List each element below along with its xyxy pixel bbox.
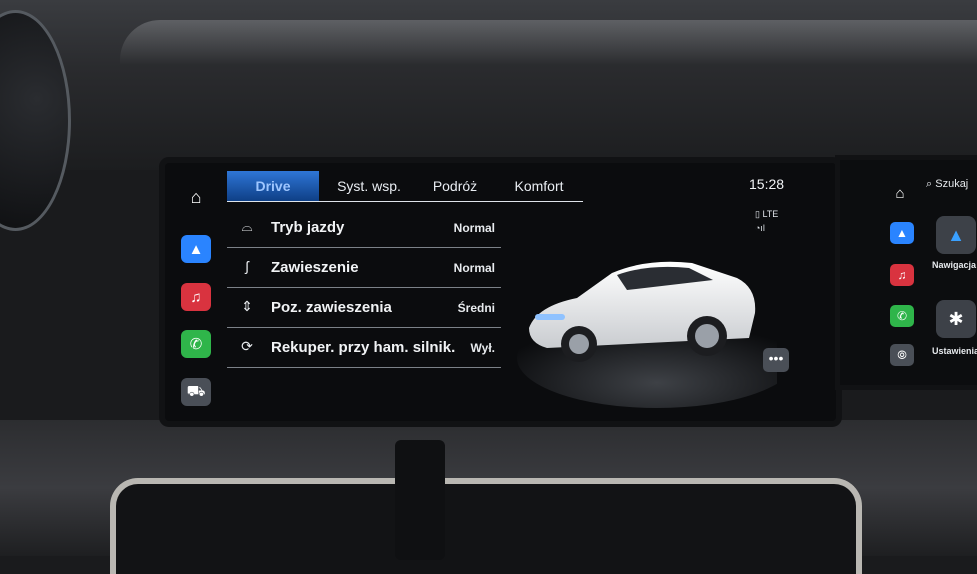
phone-icon[interactable]: ✆ — [890, 305, 914, 327]
settings-tile-label: Ustawienia — [932, 346, 977, 356]
setting-row-suspension-level[interactable]: ⇕ Poz. zawieszenia Średni — [227, 289, 501, 328]
more-options-button[interactable]: ••• — [763, 348, 789, 372]
navigation-tile[interactable]: ▲ — [936, 216, 976, 254]
search-icon: ⌕ — [926, 178, 933, 190]
car-outline-icon: ⌓ — [241, 218, 253, 234]
air-vent — [110, 478, 862, 574]
car-lift-icon: ⇕ — [241, 298, 253, 314]
dashboard-highlight — [120, 20, 977, 65]
suspension-spring-icon: ʃ — [245, 258, 249, 274]
passenger-screen: ⌂ ⌕ Szukaj ▲ ♫ ✆ ⦾ ▲ Nawigacja ✱ Ustawie… — [840, 160, 977, 385]
tab-travel[interactable]: Podróż — [415, 171, 495, 201]
tab-assist-systems[interactable]: Syst. wsp. — [323, 171, 415, 201]
phone-icon[interactable]: ✆ — [181, 330, 211, 358]
music-icon[interactable]: ♫ — [181, 283, 211, 311]
navigation-icon[interactable]: ▲ — [890, 222, 914, 244]
search-label: Szukaj — [935, 178, 969, 190]
setting-value: Wył. — [470, 341, 495, 355]
setting-value: Normal — [453, 261, 495, 275]
search-field[interactable]: ⌕ Szukaj — [926, 178, 968, 191]
connectivity-icon[interactable]: ⦾ — [890, 344, 914, 366]
tab-comfort[interactable]: Komfort — [495, 171, 583, 201]
vehicle-image — [517, 261, 777, 408]
settings-tabs: Drive Syst. wsp. Podróż Komfort — [227, 171, 583, 202]
setting-label: Tryb jazdy — [271, 219, 345, 236]
tab-drive[interactable]: Drive — [227, 171, 319, 201]
setting-label: Poz. zawieszenia — [271, 299, 392, 316]
navigation-icon[interactable]: ▲ — [181, 235, 211, 263]
car-icon[interactable]: ⛟ — [181, 378, 211, 406]
music-icon[interactable]: ♫ — [890, 264, 914, 286]
infotainment-screen: ⌂ ▲ ♫ ✆ ⛟ Drive Syst. wsp. Podróż Komfor… — [165, 163, 836, 421]
setting-value: Normal — [453, 221, 495, 235]
app-rail: ⌂ ▲ ♫ ✆ ⛟ — [165, 163, 223, 421]
setting-row-suspension[interactable]: ʃ Zawieszenie Normal — [227, 249, 501, 288]
settings-tile[interactable]: ✱ — [936, 300, 976, 338]
setting-row-recuperation[interactable]: ⟳ Rekuper. przy ham. silnik. Wył. — [227, 329, 501, 368]
recuperation-icon: ⟳ — [241, 338, 253, 354]
home-icon[interactable]: ⌂ — [181, 183, 211, 211]
home-icon[interactable]: ⌂ — [888, 182, 912, 204]
clock: 15:28 — [749, 176, 785, 192]
setting-label: Zawieszenie — [271, 259, 359, 276]
navigation-tile-label: Nawigacja — [932, 260, 977, 270]
setting-row-drive-mode[interactable]: ⌓ Tryb jazdy Normal — [227, 209, 501, 248]
vent-divider — [395, 440, 445, 560]
setting-value: Średni — [457, 301, 495, 315]
setting-label: Rekuper. przy ham. silnik. — [271, 339, 456, 356]
